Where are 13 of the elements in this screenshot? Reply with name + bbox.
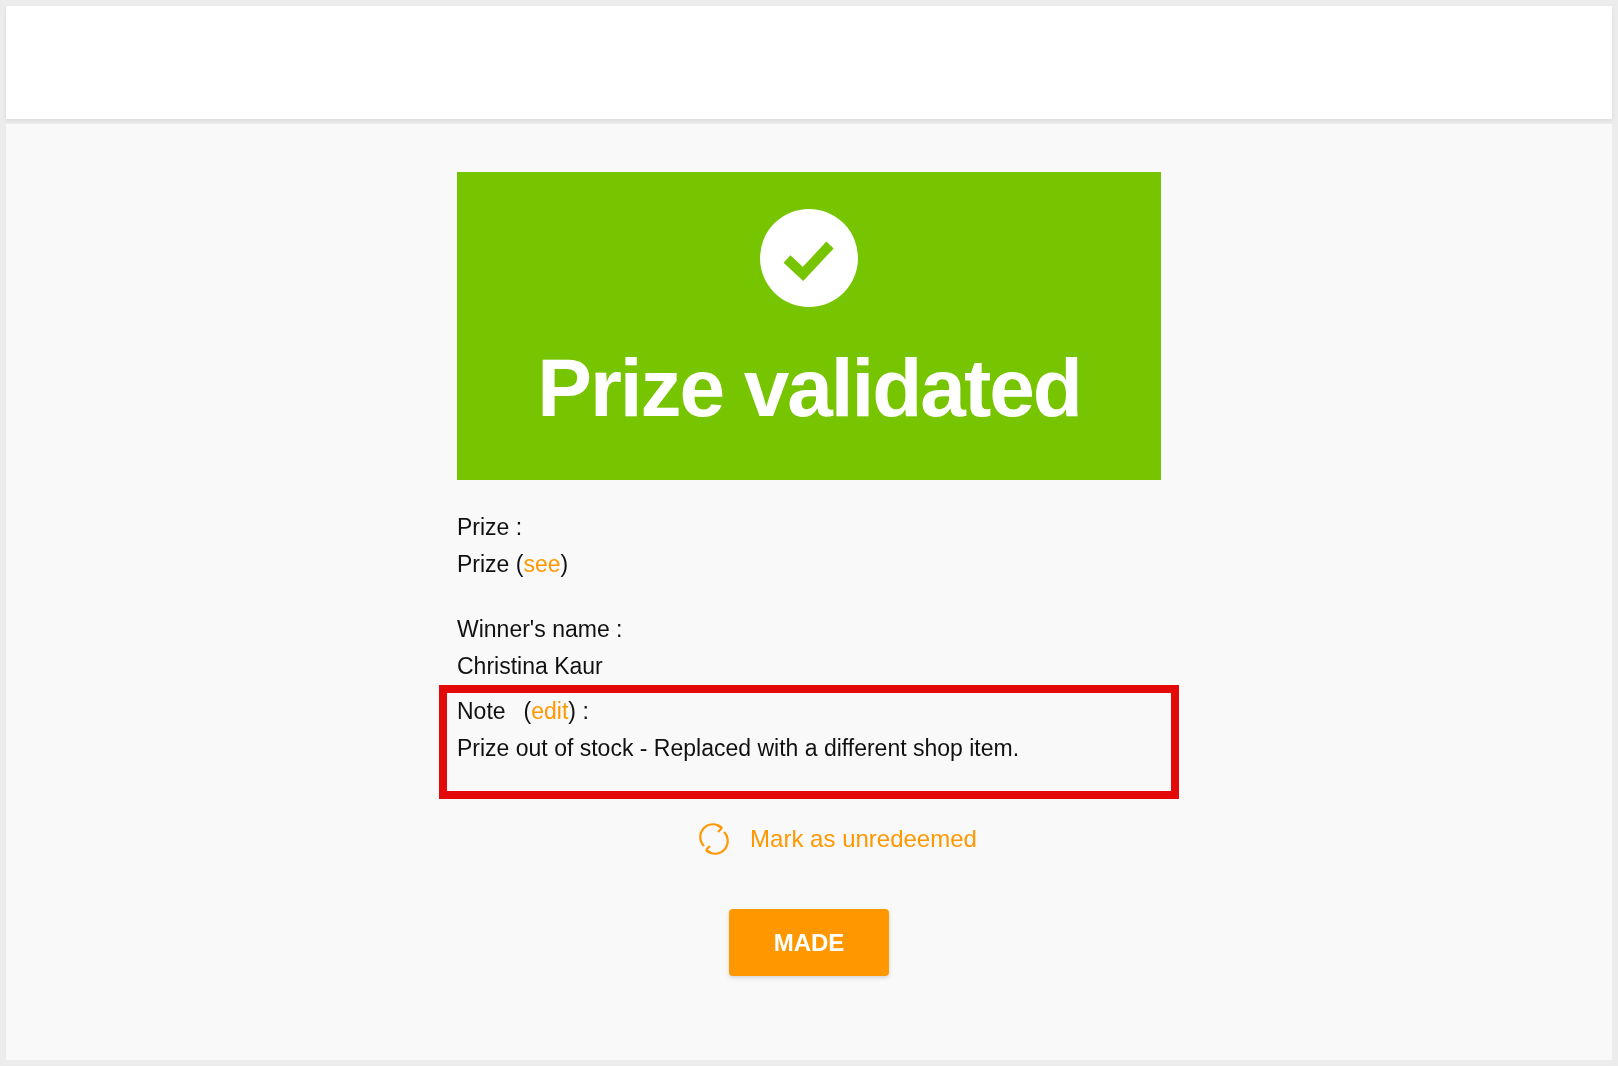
mark-unredeemed-link[interactable]: Mark as unredeemed: [698, 821, 977, 857]
banner-title: Prize validated: [537, 347, 1081, 429]
note-label: Note (edit) :: [457, 697, 589, 726]
check-circle-icon: [760, 209, 858, 307]
winner-label: Winner's name :: [457, 615, 623, 644]
refresh-icon: [698, 822, 731, 856]
note-text: Prize out of stock - Replaced with a different shop item.: [457, 734, 1020, 763]
prize-value: Prize (see): [457, 550, 569, 579]
see-link[interactable]: see: [523, 551, 561, 577]
made-button[interactable]: MADE: [729, 909, 889, 976]
prize-label: Prize :: [457, 513, 523, 542]
edit-link[interactable]: edit: [531, 698, 569, 724]
winner-name: Christina Kaur: [457, 652, 603, 681]
